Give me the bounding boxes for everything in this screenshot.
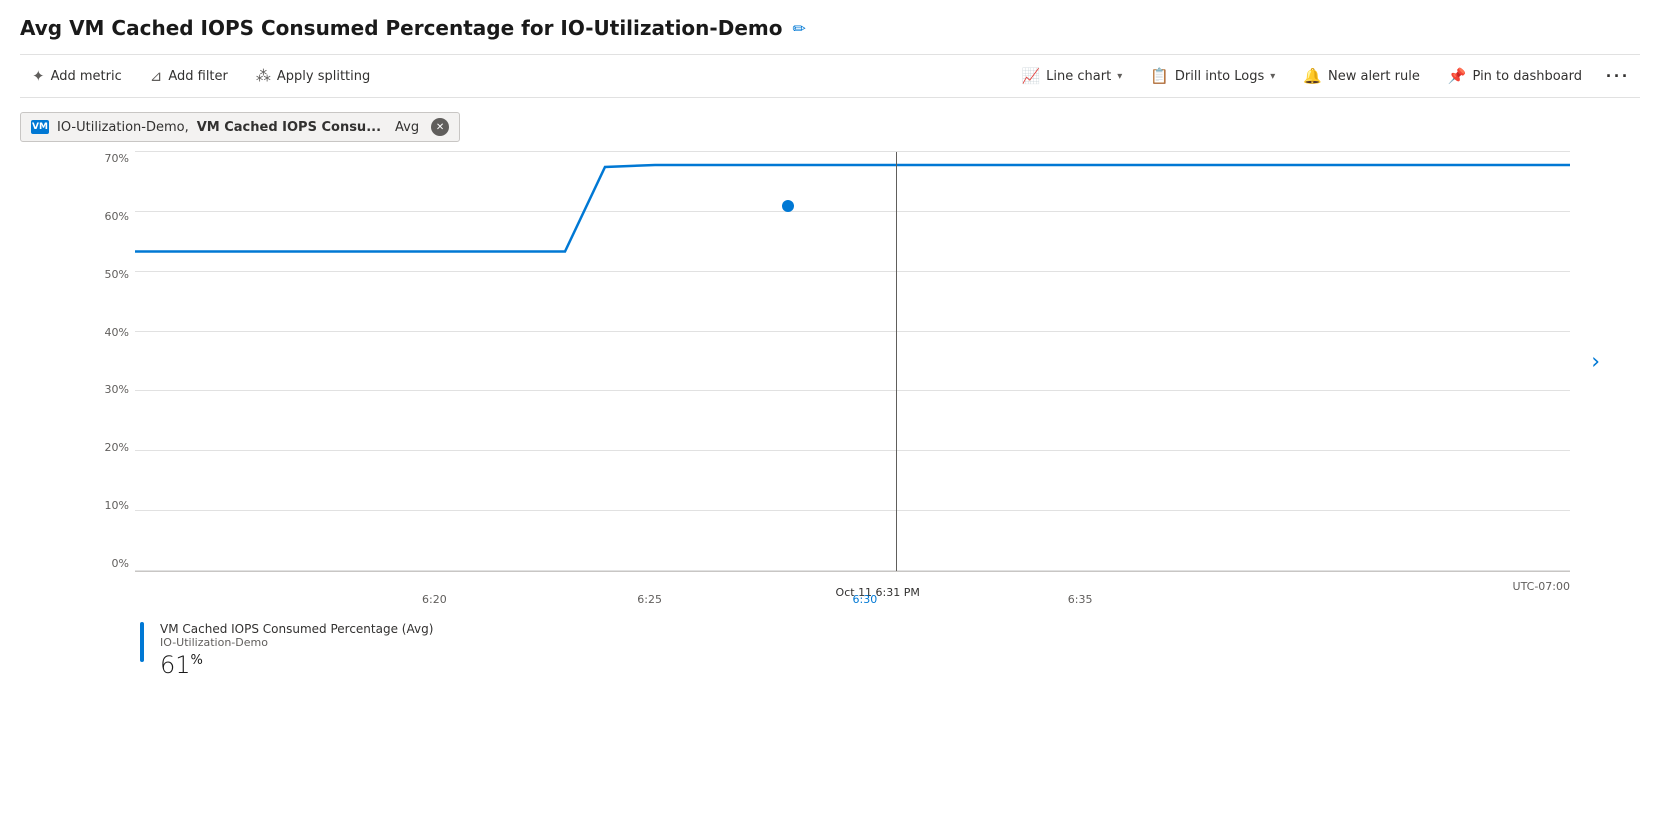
metric-tag-aggregation: Avg bbox=[395, 120, 419, 135]
y-label-40: 40% bbox=[80, 326, 135, 339]
legend-value-unit: % bbox=[191, 653, 203, 668]
legend-value: 61% bbox=[160, 651, 433, 679]
x-label-635: 6:35 bbox=[1068, 593, 1093, 606]
legend-subtitle: IO-Utilization-Demo bbox=[160, 636, 433, 649]
apply-splitting-label: Apply splitting bbox=[277, 69, 370, 84]
crosshair-label: Oct 11 6:31 PM bbox=[836, 586, 920, 599]
y-label-50: 50% bbox=[80, 268, 135, 281]
pin-to-dashboard-label: Pin to dashboard bbox=[1473, 69, 1583, 84]
y-label-70: 70% bbox=[80, 152, 135, 165]
y-label-30: 30% bbox=[80, 383, 135, 396]
add-metric-icon: ✦ bbox=[32, 67, 45, 85]
metric-tag-close-button[interactable]: ✕ bbox=[431, 118, 449, 136]
add-filter-button[interactable]: ⊿ Add filter bbox=[138, 61, 240, 91]
drill-into-logs-label: Drill into Logs bbox=[1175, 69, 1264, 84]
utc-label: UTC-07:00 bbox=[1513, 580, 1570, 593]
add-metric-label: Add metric bbox=[51, 69, 122, 84]
page-title: Avg VM Cached IOPS Consumed Percentage f… bbox=[20, 16, 782, 40]
drill-into-logs-button[interactable]: 📋 Drill into Logs ▾ bbox=[1136, 61, 1289, 91]
expand-right-button[interactable]: › bbox=[1591, 350, 1600, 375]
y-axis: 0% 10% 20% 30% 40% 50% 60% 70% bbox=[80, 152, 135, 572]
chart-svg bbox=[135, 152, 1570, 571]
drill-into-logs-icon: 📋 bbox=[1150, 67, 1169, 85]
line-chart-label: Line chart bbox=[1046, 69, 1111, 84]
add-filter-label: Add filter bbox=[168, 69, 228, 84]
y-label-60: 60% bbox=[80, 210, 135, 223]
legend-color-bar bbox=[140, 622, 144, 662]
x-label-630: 6:30 bbox=[853, 593, 878, 606]
pin-to-dashboard-button[interactable]: 📌 Pin to dashboard bbox=[1434, 61, 1596, 91]
chart-area: 0% 10% 20% 30% 40% 50% 60% 70% bbox=[20, 152, 1640, 632]
legend-text: VM Cached IOPS Consumed Percentage (Avg)… bbox=[160, 622, 433, 679]
edit-icon[interactable]: ✏ bbox=[792, 19, 805, 38]
metric-tag-row: VM IO-Utilization-Demo, VM Cached IOPS C… bbox=[20, 112, 1640, 142]
new-alert-rule-icon: 🔔 bbox=[1303, 67, 1322, 85]
chart-plot: Oct 11 6:31 PM 6:20 6:25 6:30 6:35 UTC-0… bbox=[135, 152, 1570, 572]
y-label-10: 10% bbox=[80, 499, 135, 512]
chart-line bbox=[135, 165, 1570, 252]
y-label-20: 20% bbox=[80, 441, 135, 454]
apply-splitting-icon: ⁂ bbox=[256, 67, 271, 85]
page-container: Avg VM Cached IOPS Consumed Percentage f… bbox=[0, 0, 1660, 822]
x-label-625: 6:25 bbox=[637, 593, 662, 606]
crosshair-time: Oct 11 6:31 PM bbox=[836, 586, 920, 599]
metric-tag: VM IO-Utilization-Demo, VM Cached IOPS C… bbox=[20, 112, 460, 142]
vm-icon: VM bbox=[31, 120, 49, 134]
metric-tag-metric-name: VM Cached IOPS Consu... bbox=[197, 120, 381, 135]
add-metric-button[interactable]: ✦ Add metric bbox=[20, 61, 134, 91]
line-chart-icon: 📈 bbox=[1021, 67, 1040, 85]
more-options-button[interactable]: ··· bbox=[1596, 62, 1640, 91]
add-filter-icon: ⊿ bbox=[150, 67, 163, 85]
line-chart-caret: ▾ bbox=[1117, 71, 1122, 82]
drill-caret: ▾ bbox=[1270, 71, 1275, 82]
y-label-0: 0% bbox=[80, 557, 135, 570]
data-point bbox=[782, 200, 794, 212]
new-alert-rule-label: New alert rule bbox=[1328, 69, 1420, 84]
x-label-620: 6:20 bbox=[422, 593, 447, 606]
toolbar-left: ✦ Add metric ⊿ Add filter ⁂ Apply splitt… bbox=[20, 61, 1007, 91]
new-alert-rule-button[interactable]: 🔔 New alert rule bbox=[1289, 61, 1434, 91]
pin-icon: 📌 bbox=[1448, 67, 1467, 85]
title-row: Avg VM Cached IOPS Consumed Percentage f… bbox=[20, 16, 1640, 40]
legend-title: VM Cached IOPS Consumed Percentage (Avg) bbox=[160, 622, 433, 636]
toolbar-right: 📈 Line chart ▾ 📋 Drill into Logs ▾ 🔔 New… bbox=[1007, 61, 1640, 91]
chart-inner: 0% 10% 20% 30% 40% 50% 60% 70% bbox=[80, 152, 1600, 572]
metric-tag-vm-name: IO-Utilization-Demo, bbox=[57, 120, 189, 135]
crosshair-line bbox=[896, 152, 897, 571]
line-chart-button[interactable]: 📈 Line chart ▾ bbox=[1007, 61, 1136, 91]
legend: VM Cached IOPS Consumed Percentage (Avg)… bbox=[80, 622, 1600, 679]
legend-value-number: 61 bbox=[160, 651, 191, 679]
toolbar: ✦ Add metric ⊿ Add filter ⁂ Apply splitt… bbox=[20, 54, 1640, 98]
apply-splitting-button[interactable]: ⁂ Apply splitting bbox=[244, 61, 382, 91]
